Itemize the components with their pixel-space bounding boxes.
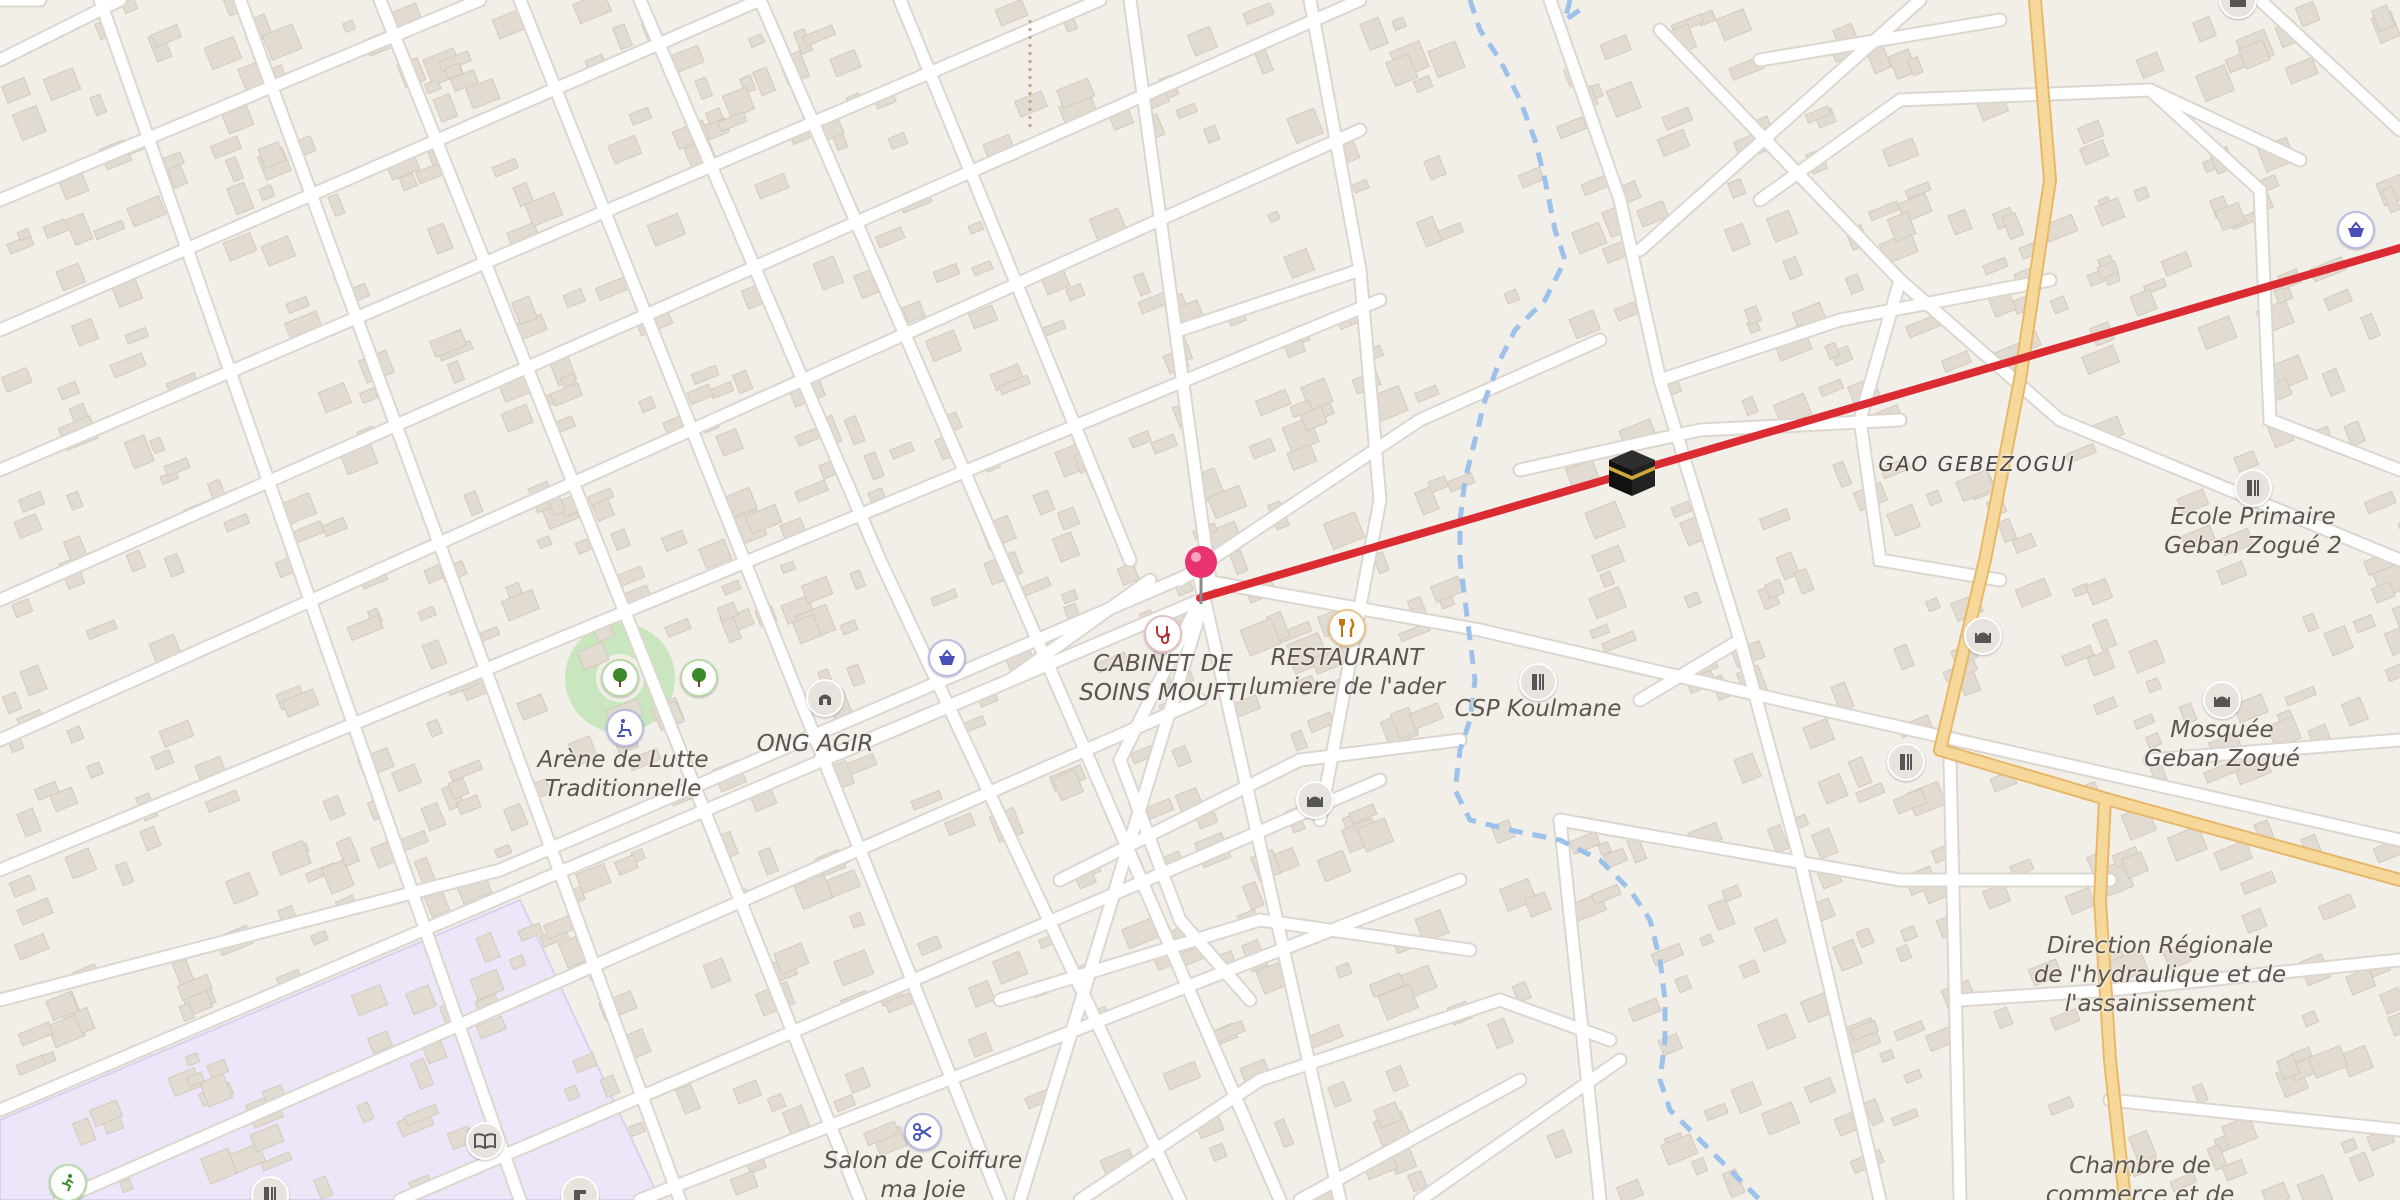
tree-icon[interactable]: [601, 659, 639, 697]
tree-icon[interactable]: [680, 659, 718, 697]
shopping-basket-icon[interactable]: [928, 639, 966, 677]
running-icon[interactable]: [49, 1164, 87, 1200]
community-centre-icon[interactable]: [806, 679, 844, 717]
school-icon[interactable]: [1519, 663, 1557, 701]
scissors-icon[interactable]: [904, 1113, 942, 1151]
map-view[interactable]: Arène de Lutte Traditionnelle ONG AGIR C…: [0, 0, 2400, 1200]
label-salon-de-coiffure: Salon de Coiffure ma Joie: [823, 1148, 1023, 1200]
shopping-basket-icon[interactable]: [2337, 211, 2375, 249]
sports-centre-icon[interactable]: [606, 709, 644, 747]
fork-knife-icon[interactable]: [1328, 609, 1366, 647]
mosque-icon[interactable]: [1296, 781, 1334, 819]
label-restaurant: RESTAURANT lumiere de l'ader: [1249, 645, 1445, 700]
school-icon[interactable]: [1887, 743, 1925, 781]
label-cabinet-de-soins: CABINET DE SOINS MOUFTI: [1079, 651, 1247, 706]
school-icon[interactable]: [2234, 469, 2272, 507]
label-gao-gebezogui: GAO GEBEZOGUI: [1878, 452, 2076, 476]
stethoscope-icon[interactable]: [1144, 615, 1182, 653]
label-arene: Arène de Lutte Traditionnelle: [537, 747, 709, 802]
mosque-icon[interactable]: [1964, 617, 2002, 655]
map-pin-icon[interactable]: [1181, 544, 1221, 606]
label-ong-agir: ONG AGIR: [756, 731, 874, 757]
label-direction-regionale: Direction Régionale de l'hydraulique et …: [2033, 933, 2287, 1017]
label-chambre-de-commerce: Chambre de commerce et de: [2045, 1153, 2235, 1200]
label-mosquee: Mosquée Geban Zogué: [2144, 717, 2300, 772]
library-icon[interactable]: [466, 1122, 504, 1160]
mosque-icon[interactable]: [2203, 681, 2241, 719]
label-ecole-primaire: Ecole Primaire Geban Zogué 2: [2164, 504, 2342, 559]
kaaba-icon[interactable]: [1605, 446, 1659, 500]
